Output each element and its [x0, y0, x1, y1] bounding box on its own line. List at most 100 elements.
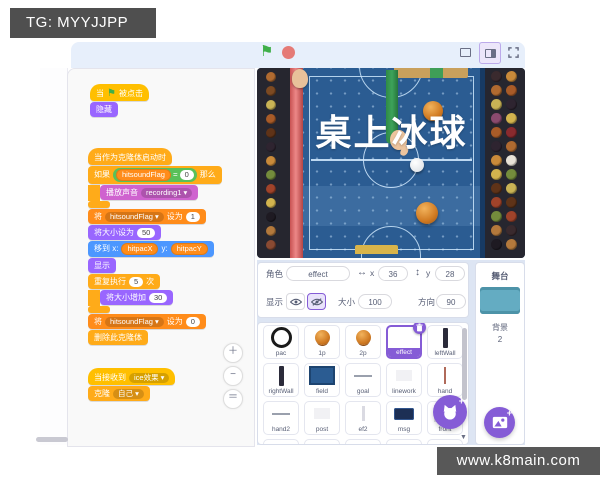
y-input[interactable]: 28: [435, 266, 465, 281]
scratch-block-looks[interactable]: 将大小增加 30: [100, 290, 174, 305]
horizontal-scrollbar[interactable]: [36, 437, 68, 442]
delete-sprite-button[interactable]: [413, 323, 426, 334]
scratch-block-control[interactable]: 删除此克隆体: [88, 330, 148, 345]
plus-icon: +: [458, 396, 464, 406]
sprite-thumbnail: [346, 402, 380, 425]
size-input[interactable]: 100: [358, 294, 392, 309]
sprite-thumbnail: [387, 440, 421, 444]
sprite-card-effect[interactable]: effect: [386, 323, 426, 359]
sprite-name-label: post: [315, 426, 329, 433]
sprite-card-2p[interactable]: 2p: [345, 325, 381, 359]
direction-label: 方向: [418, 297, 436, 307]
bottom-goal-bar: [355, 245, 398, 254]
zoom-reset-button[interactable]: ＝: [223, 389, 243, 409]
scratch-block-control[interactable]: [88, 306, 110, 313]
sprite-name-input[interactable]: effect: [286, 266, 350, 281]
block-text: 当接收到: [94, 372, 126, 382]
dropdown-oval[interactable]: hitsoundFlag ▾: [105, 211, 164, 222]
add-backdrop-button[interactable]: +: [484, 407, 515, 438]
sprite-card-goal[interactable]: goal: [345, 363, 381, 397]
sprite-card-rightWall[interactable]: rightWall: [263, 363, 299, 397]
dropdown-oval[interactable]: 自己 ▾: [113, 388, 144, 399]
sprite-card[interactable]: [304, 439, 340, 444]
number-input-oval[interactable]: 0: [185, 316, 200, 327]
scrollbar-down-arrow[interactable]: ▼: [460, 434, 467, 441]
scratch-block-control[interactable]: 如果 hitsoundFlag = 0 那么: [88, 166, 222, 184]
scratch-block-sound[interactable]: 播放声音 recording1 ▾: [100, 185, 199, 200]
number-input-oval[interactable]: 30: [149, 292, 168, 303]
add-sprite-button[interactable]: +: [433, 395, 467, 429]
sprite-card-hand2[interactable]: hand2: [263, 401, 299, 435]
sprite-card[interactable]: [263, 439, 299, 444]
number-input-oval[interactable]: 5: [129, 276, 144, 287]
x-input[interactable]: 36: [378, 266, 408, 281]
scratch-block-control[interactable]: 当作为克隆体启动时: [88, 148, 172, 165]
sprite-card-msg[interactable]: msg: [386, 401, 422, 435]
sprite-card-hand[interactable]: hand: [427, 363, 463, 397]
variable-oval[interactable]: hitsoundFlag: [116, 169, 171, 181]
scratch-block-variables[interactable]: 将 hitsoundFlag ▾ 设为 0: [88, 314, 206, 329]
scratch-block-looks[interactable]: 隐藏: [90, 102, 118, 117]
block-text: 设为: [166, 316, 183, 326]
sprite-card-leftWall[interactable]: leftWall: [427, 325, 463, 359]
dropdown-oval[interactable]: recording1 ▾: [141, 187, 193, 198]
green-flag-button[interactable]: ⚑: [260, 44, 273, 60]
scratch-block-control[interactable]: [88, 201, 110, 208]
block-text: 将: [94, 211, 102, 221]
scratch-block-motion[interactable]: 移到 x: hitpacX y: hitpacY: [88, 241, 214, 257]
sprite-card[interactable]: [345, 439, 381, 444]
sprite-card-linework[interactable]: linework: [386, 363, 422, 397]
sprite-card[interactable]: [427, 439, 463, 444]
number-input-oval[interactable]: 1: [185, 211, 200, 222]
stage-backdrop-thumbnail[interactable]: [480, 287, 520, 314]
sprite-card-post[interactable]: post: [304, 401, 340, 435]
large-stage-button[interactable]: [479, 42, 501, 64]
sprite-name-label: leftWall: [434, 350, 456, 357]
block-script: 当作为克隆体启动时 如果 hitsoundFlag = 0 那么 播放声音 recording…: [88, 148, 222, 346]
game-token: [505, 225, 517, 236]
dropdown-oval[interactable]: ice效果 ▾: [129, 372, 170, 383]
number-input-oval[interactable]: 0: [179, 170, 194, 180]
trash-icon: [416, 323, 423, 332]
sprite-card-pac[interactable]: pac: [263, 325, 299, 359]
stage-viewport[interactable]: 桌上冰球: [257, 68, 525, 258]
scratch-block-variables[interactable]: 将 hitsoundFlag ▾ 设为 1: [88, 209, 206, 224]
dropdown-oval[interactable]: hitsoundFlag ▾: [105, 316, 164, 327]
show-visible-button[interactable]: [286, 293, 305, 310]
sprite-card-field[interactable]: field: [304, 363, 340, 397]
sprite-list-scrollbar[interactable]: [462, 328, 467, 400]
show-hidden-button[interactable]: [307, 293, 326, 310]
small-stage-button[interactable]: [457, 44, 473, 60]
scratch-block-control[interactable]: 克隆 自己 ▾: [88, 386, 150, 401]
block-text: =: [172, 170, 178, 179]
left-token-column: [257, 68, 290, 258]
stop-button[interactable]: [282, 46, 295, 59]
scratch-block-events[interactable]: 当接收到 ice效果 ▾: [88, 368, 176, 385]
variable-oval[interactable]: hitpacY: [170, 243, 208, 255]
scratch-block-looks[interactable]: 显示: [88, 258, 116, 273]
direction-input[interactable]: 90: [436, 294, 466, 309]
c-block-arm: 将大小增加 30: [88, 290, 222, 306]
game-token: [266, 86, 276, 96]
sprite-card[interactable]: [386, 439, 422, 444]
scratch-block-control[interactable]: 重复执行 5 次: [88, 274, 161, 289]
zoom-out-button[interactable]: −: [223, 366, 243, 386]
number-input-oval[interactable]: 50: [137, 227, 156, 238]
scratch-block-events[interactable]: 当 ⚑ 被点击: [90, 84, 149, 101]
scratch-block-looks[interactable]: 将大小设为 50: [88, 225, 162, 240]
sprite-card-1p[interactable]: 1p: [304, 325, 340, 359]
zoom-in-button[interactable]: ＋: [223, 343, 243, 363]
show-label: 显示: [266, 297, 284, 307]
operator-oval[interactable]: hitsoundFlag = 0: [113, 168, 197, 182]
fullscreen-button[interactable]: [505, 44, 521, 60]
sprite-card-ef2[interactable]: ef2: [345, 401, 381, 435]
size-label: 大小: [338, 297, 356, 307]
cat-icon: [443, 404, 457, 420]
variable-oval[interactable]: hitpacX: [121, 243, 159, 255]
game-token: [266, 226, 276, 236]
sprite-thumbnail: [428, 364, 462, 387]
block-text: 隐藏: [96, 104, 112, 114]
game-token: [266, 128, 276, 138]
sprite-thumb-faint: [396, 370, 412, 381]
game-token: [266, 240, 276, 250]
